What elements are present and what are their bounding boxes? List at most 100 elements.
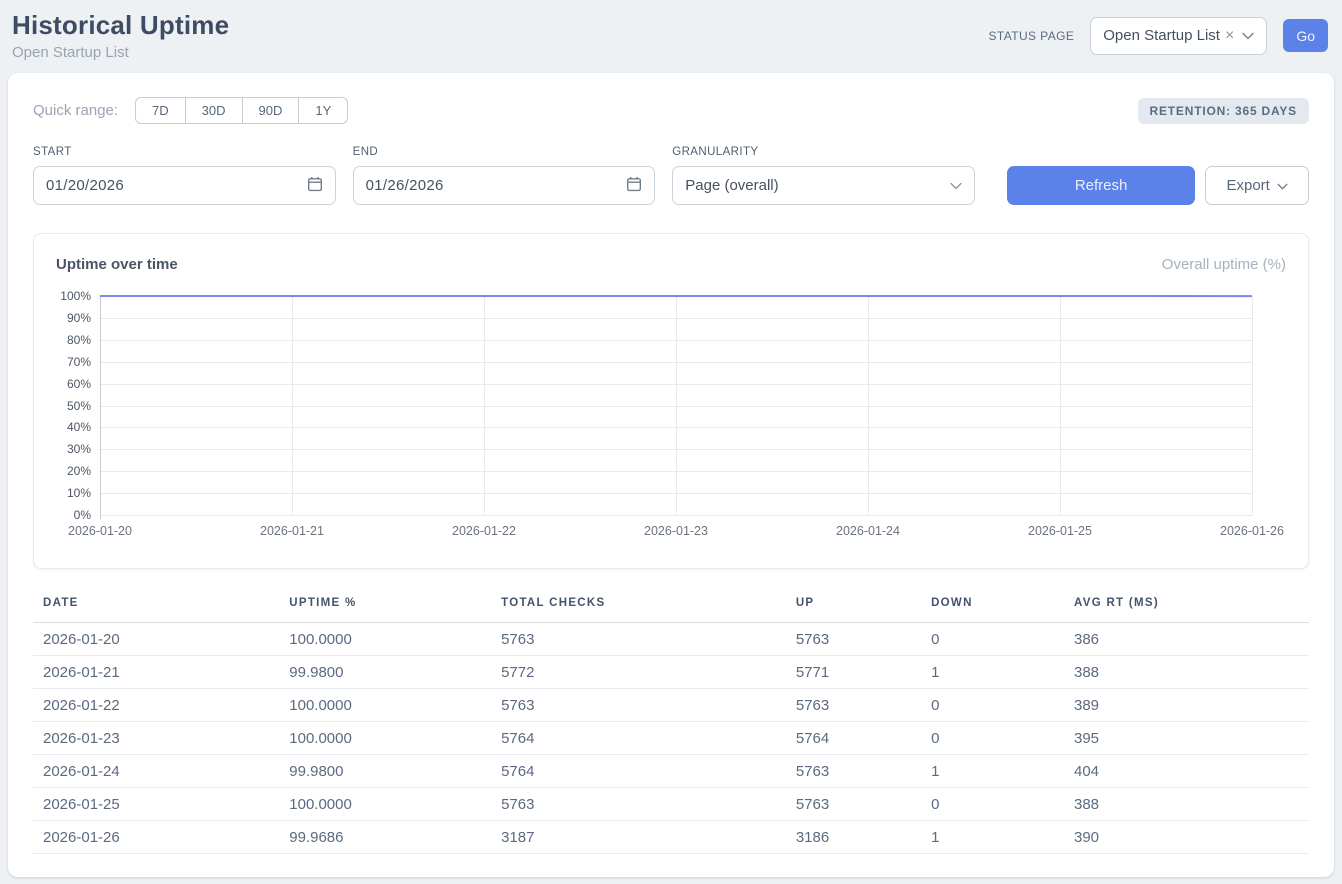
end-date-label: END [353,146,656,158]
x-axis-tick: 2026-01-23 [644,524,708,538]
quick-range-30d[interactable]: 30D [185,97,243,124]
table-cell: 5764 [786,722,921,755]
chevron-down-icon [950,177,962,194]
table-cell: 5763 [491,623,786,656]
filter-form: START 01/20/2026 END 01/26/2026 [33,146,1309,205]
status-page-select[interactable]: Open Startup List × [1090,17,1267,55]
table-cell: 0 [921,722,1064,755]
table-cell: 390 [1064,821,1309,854]
y-axis-tick: 30% [67,442,100,456]
quick-range-row: Quick range: 7D30D90D1Y RETENTION: 365 D… [33,97,1309,124]
column-header: AVG RT (MS) [1064,591,1309,623]
table-cell: 1 [921,821,1064,854]
table-cell: 100.0000 [279,722,491,755]
quick-range-group: 7D30D90D1Y [135,97,348,124]
retention-badge: RETENTION: 365 DAYS [1138,98,1309,124]
table-cell: 1 [921,656,1064,689]
table-cell: 389 [1064,689,1309,722]
title-block: Historical Uptime Open Startup List [12,10,229,61]
y-axis-tick: 60% [67,377,100,391]
y-axis-tick: 100% [60,289,100,303]
table-row: 2026-01-22100.0000576357630389 [33,689,1309,722]
h-gridline [100,515,1252,516]
y-axis-tick: 80% [67,333,100,347]
granularity-field: GRANULARITY Page (overall) [672,146,975,205]
export-label: Export [1226,177,1269,194]
x-axis-tick: 2026-01-25 [1028,524,1092,538]
table-cell: 0 [921,623,1064,656]
uptime-series-line [100,296,1252,515]
y-axis-tick: 20% [67,464,100,478]
table-row: 2026-01-20100.0000576357630386 [33,623,1309,656]
column-header: DATE [33,591,279,623]
granularity-label: GRANULARITY [672,146,975,158]
table-cell: 99.9800 [279,755,491,788]
table-cell: 5763 [491,788,786,821]
table-cell: 2026-01-25 [33,788,279,821]
quick-range-left: Quick range: 7D30D90D1Y [33,97,348,124]
table-cell: 1 [921,755,1064,788]
end-date-value: 01/26/2026 [366,177,444,194]
table-cell: 2026-01-21 [33,656,279,689]
page-title: Historical Uptime [12,10,229,41]
y-axis-tick: 10% [67,486,100,500]
table-cell: 388 [1064,656,1309,689]
chevron-down-icon [1242,32,1254,40]
y-axis-tick: 50% [67,399,100,413]
chart-header: Uptime over time Overall uptime (%) [56,256,1286,273]
main-card: Quick range: 7D30D90D1Y RETENTION: 365 D… [8,73,1334,877]
column-header: UP [786,591,921,623]
table-cell: 3187 [491,821,786,854]
x-axis-tick: 2026-01-20 [68,524,132,538]
table-cell: 5771 [786,656,921,689]
chart-legend: Overall uptime (%) [1162,256,1286,273]
table-cell: 5764 [491,755,786,788]
chevron-down-icon [1277,177,1288,194]
uptime-line-chart: 0%10%20%30%40%50%60%70%80%90%100%2026-01… [100,296,1252,515]
uptime-table: DATEUPTIME %TOTAL CHECKSUPDOWNAVG RT (MS… [33,591,1309,854]
table-cell: 2026-01-22 [33,689,279,722]
uptime-chart-card: Uptime over time Overall uptime (%) 0%10… [33,233,1309,569]
table-cell: 0 [921,788,1064,821]
granularity-select[interactable]: Page (overall) [672,166,975,205]
quick-range-1y[interactable]: 1Y [298,97,348,124]
granularity-value: Page (overall) [685,177,778,194]
go-button[interactable]: Go [1283,19,1328,52]
table-cell: 404 [1064,755,1309,788]
quick-range-label: Quick range: [33,102,118,119]
x-axis-tick: 2026-01-22 [452,524,516,538]
quick-range-7d[interactable]: 7D [135,97,186,124]
table-header-row: DATEUPTIME %TOTAL CHECKSUPDOWNAVG RT (MS… [33,591,1309,623]
table-cell: 100.0000 [279,623,491,656]
table-cell: 388 [1064,788,1309,821]
table-cell: 3186 [786,821,921,854]
table-row: 2026-01-2199.9800577257711388 [33,656,1309,689]
export-button[interactable]: Export [1205,166,1309,205]
clear-icon[interactable]: × [1225,28,1234,44]
end-date-field: END 01/26/2026 [353,146,656,205]
end-date-input[interactable]: 01/26/2026 [353,166,656,205]
table-row: 2026-01-2699.9686318731861390 [33,821,1309,854]
calendar-icon[interactable] [626,176,642,196]
table-cell: 5763 [786,755,921,788]
table-cell: 386 [1064,623,1309,656]
column-header: TOTAL CHECKS [491,591,786,623]
table-cell: 0 [921,689,1064,722]
quick-range-90d[interactable]: 90D [242,97,300,124]
table-cell: 395 [1064,722,1309,755]
column-header: UPTIME % [279,591,491,623]
calendar-icon[interactable] [307,176,323,196]
status-page-controls: STATUS PAGE Open Startup List × Go [988,17,1328,55]
table-cell: 5763 [491,689,786,722]
start-date-label: START [33,146,336,158]
x-axis-tick: 2026-01-21 [260,524,324,538]
start-date-input[interactable]: 01/20/2026 [33,166,336,205]
table-cell: 100.0000 [279,689,491,722]
table-cell: 5763 [786,788,921,821]
table-cell: 2026-01-26 [33,821,279,854]
status-page-value: Open Startup List [1103,27,1220,44]
page: Historical Uptime Open Startup List STAT… [0,0,1342,877]
y-axis-tick: 40% [67,420,100,434]
page-subtitle: Open Startup List [12,44,229,61]
refresh-button[interactable]: Refresh [1007,166,1195,205]
